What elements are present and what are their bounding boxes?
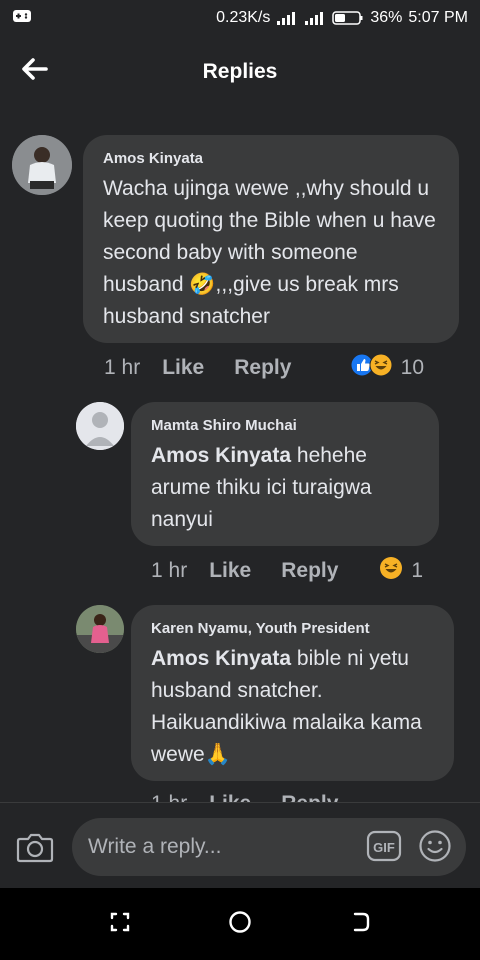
avatar[interactable] — [76, 402, 124, 450]
signal-2-icon — [304, 10, 326, 26]
back-nav-button[interactable] — [340, 904, 380, 944]
mention[interactable]: Amos Kinyata — [151, 647, 291, 670]
comment-bubble[interactable]: Amos Kinyata Wacha ujinga wewe ,,why sho… — [83, 135, 459, 343]
comment-author[interactable]: Mamta Shiro Muchai — [151, 416, 419, 436]
emoji-icon — [418, 830, 452, 867]
comment-time: 1 hr — [151, 559, 188, 582]
clock: 5:07 PM — [408, 9, 468, 26]
reply-button[interactable]: Reply — [281, 559, 338, 583]
comment-bubble[interactable]: Mamta Shiro Muchai Amos Kinyata hehehe a… — [131, 402, 439, 546]
haha-reaction-icon — [369, 353, 393, 383]
camera-button[interactable] — [16, 831, 54, 863]
avatar[interactable] — [12, 135, 72, 195]
back-button[interactable] — [18, 56, 52, 86]
reactions[interactable] — [379, 556, 403, 586]
comment-time: 1 hr — [104, 356, 141, 379]
replies-list[interactable]: Amos Kinyata Wacha ujinga wewe ,,why sho… — [0, 108, 480, 802]
app-header: Replies — [0, 36, 480, 108]
comment-text-wrap: Amos Kinyata bible ni yetu husband snatc… — [151, 643, 434, 771]
mention[interactable]: Amos Kinyata — [151, 444, 291, 467]
comment-text: Wacha ujinga wewe ,,why should u keep qu… — [103, 177, 436, 328]
gif-icon: GIF — [366, 830, 402, 867]
reply-input[interactable]: Write a reply... — [72, 818, 466, 876]
like-button[interactable]: Like — [209, 559, 251, 583]
reaction-count: 1 — [411, 559, 423, 582]
haha-reaction-icon — [379, 556, 403, 586]
page-title: Replies — [202, 60, 278, 83]
reply-button[interactable]: Reply — [281, 792, 338, 802]
comment-actions: 1 hr Like Reply — [151, 789, 423, 802]
like-button[interactable]: Like — [209, 792, 251, 802]
comment-actions: 1 hr Like Reply 10 — [104, 353, 424, 383]
comment-actions: 1 hr Like Reply 1 — [151, 556, 423, 586]
comment-bubble[interactable]: Karen Nyamu, Youth President Amos Kinyat… — [131, 605, 454, 781]
game-controller-icon — [12, 8, 32, 29]
status-bar: 0.23K/s 36% 5:07 PM — [0, 0, 480, 36]
comment-author[interactable]: Amos Kinyata — [103, 149, 439, 169]
battery-icon — [332, 10, 364, 26]
battery-percent: 36% — [370, 9, 403, 26]
recent-apps-icon — [109, 911, 131, 938]
back-nav-icon — [349, 911, 371, 938]
home-button[interactable] — [220, 904, 260, 944]
home-circle-icon — [228, 910, 252, 939]
reactions[interactable] — [350, 353, 393, 383]
svg-text:GIF: GIF — [373, 840, 395, 855]
emoji-button[interactable] — [418, 829, 452, 863]
reply-button[interactable]: Reply — [234, 356, 291, 380]
avatar[interactable] — [76, 605, 124, 653]
reply-placeholder: Write a reply... — [88, 835, 222, 858]
comment-text-wrap: Amos Kinyata hehehe arume thiku ici tura… — [151, 440, 419, 536]
network-speed: 0.23K/s — [216, 9, 271, 26]
comment-author[interactable]: Karen Nyamu, Youth President — [151, 619, 434, 639]
reaction-count: 10 — [400, 356, 424, 379]
recent-apps-button[interactable] — [100, 904, 140, 944]
status-right: 0.23K/s 36% 5:07 PM — [216, 9, 468, 27]
reply-composer: Write a reply... — [0, 802, 480, 888]
camera-icon — [16, 833, 54, 867]
comment-time: 1 hr — [151, 792, 187, 802]
system-nav-bar — [0, 888, 480, 960]
signal-icon — [276, 10, 298, 26]
like-button[interactable]: Like — [162, 356, 204, 380]
arrow-left-icon — [22, 57, 48, 85]
gif-button[interactable]: GIF — [366, 829, 402, 863]
